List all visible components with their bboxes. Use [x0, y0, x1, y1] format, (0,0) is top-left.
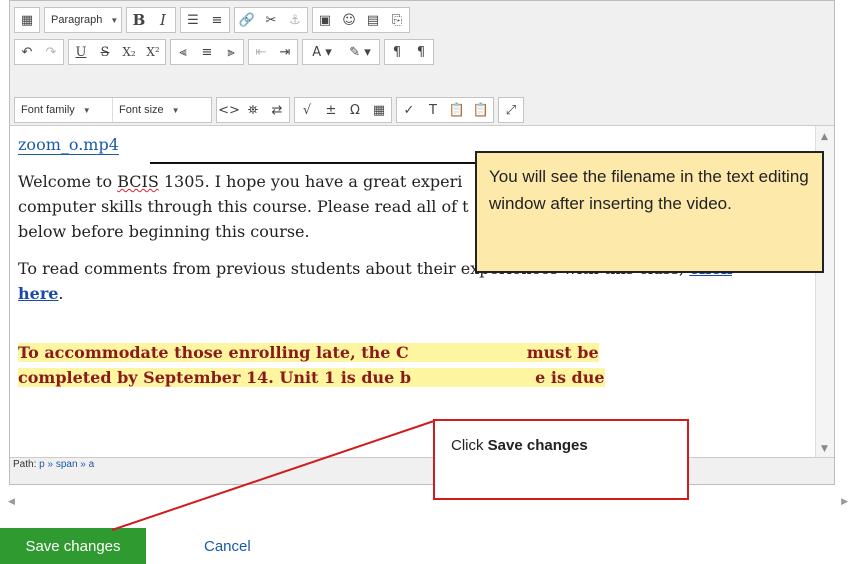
save-callout: Click Save changes	[433, 419, 689, 500]
annotation-lines	[111, 162, 476, 531]
save-callout-prefix: Click	[451, 437, 488, 454]
filename-callout: You will see the filename in the text ed…	[475, 151, 824, 273]
save-pointer-line	[111, 420, 435, 531]
save-callout-bold: Save changes	[487, 437, 588, 454]
filename-callout-text: You will see the filename in the text ed…	[489, 167, 809, 213]
